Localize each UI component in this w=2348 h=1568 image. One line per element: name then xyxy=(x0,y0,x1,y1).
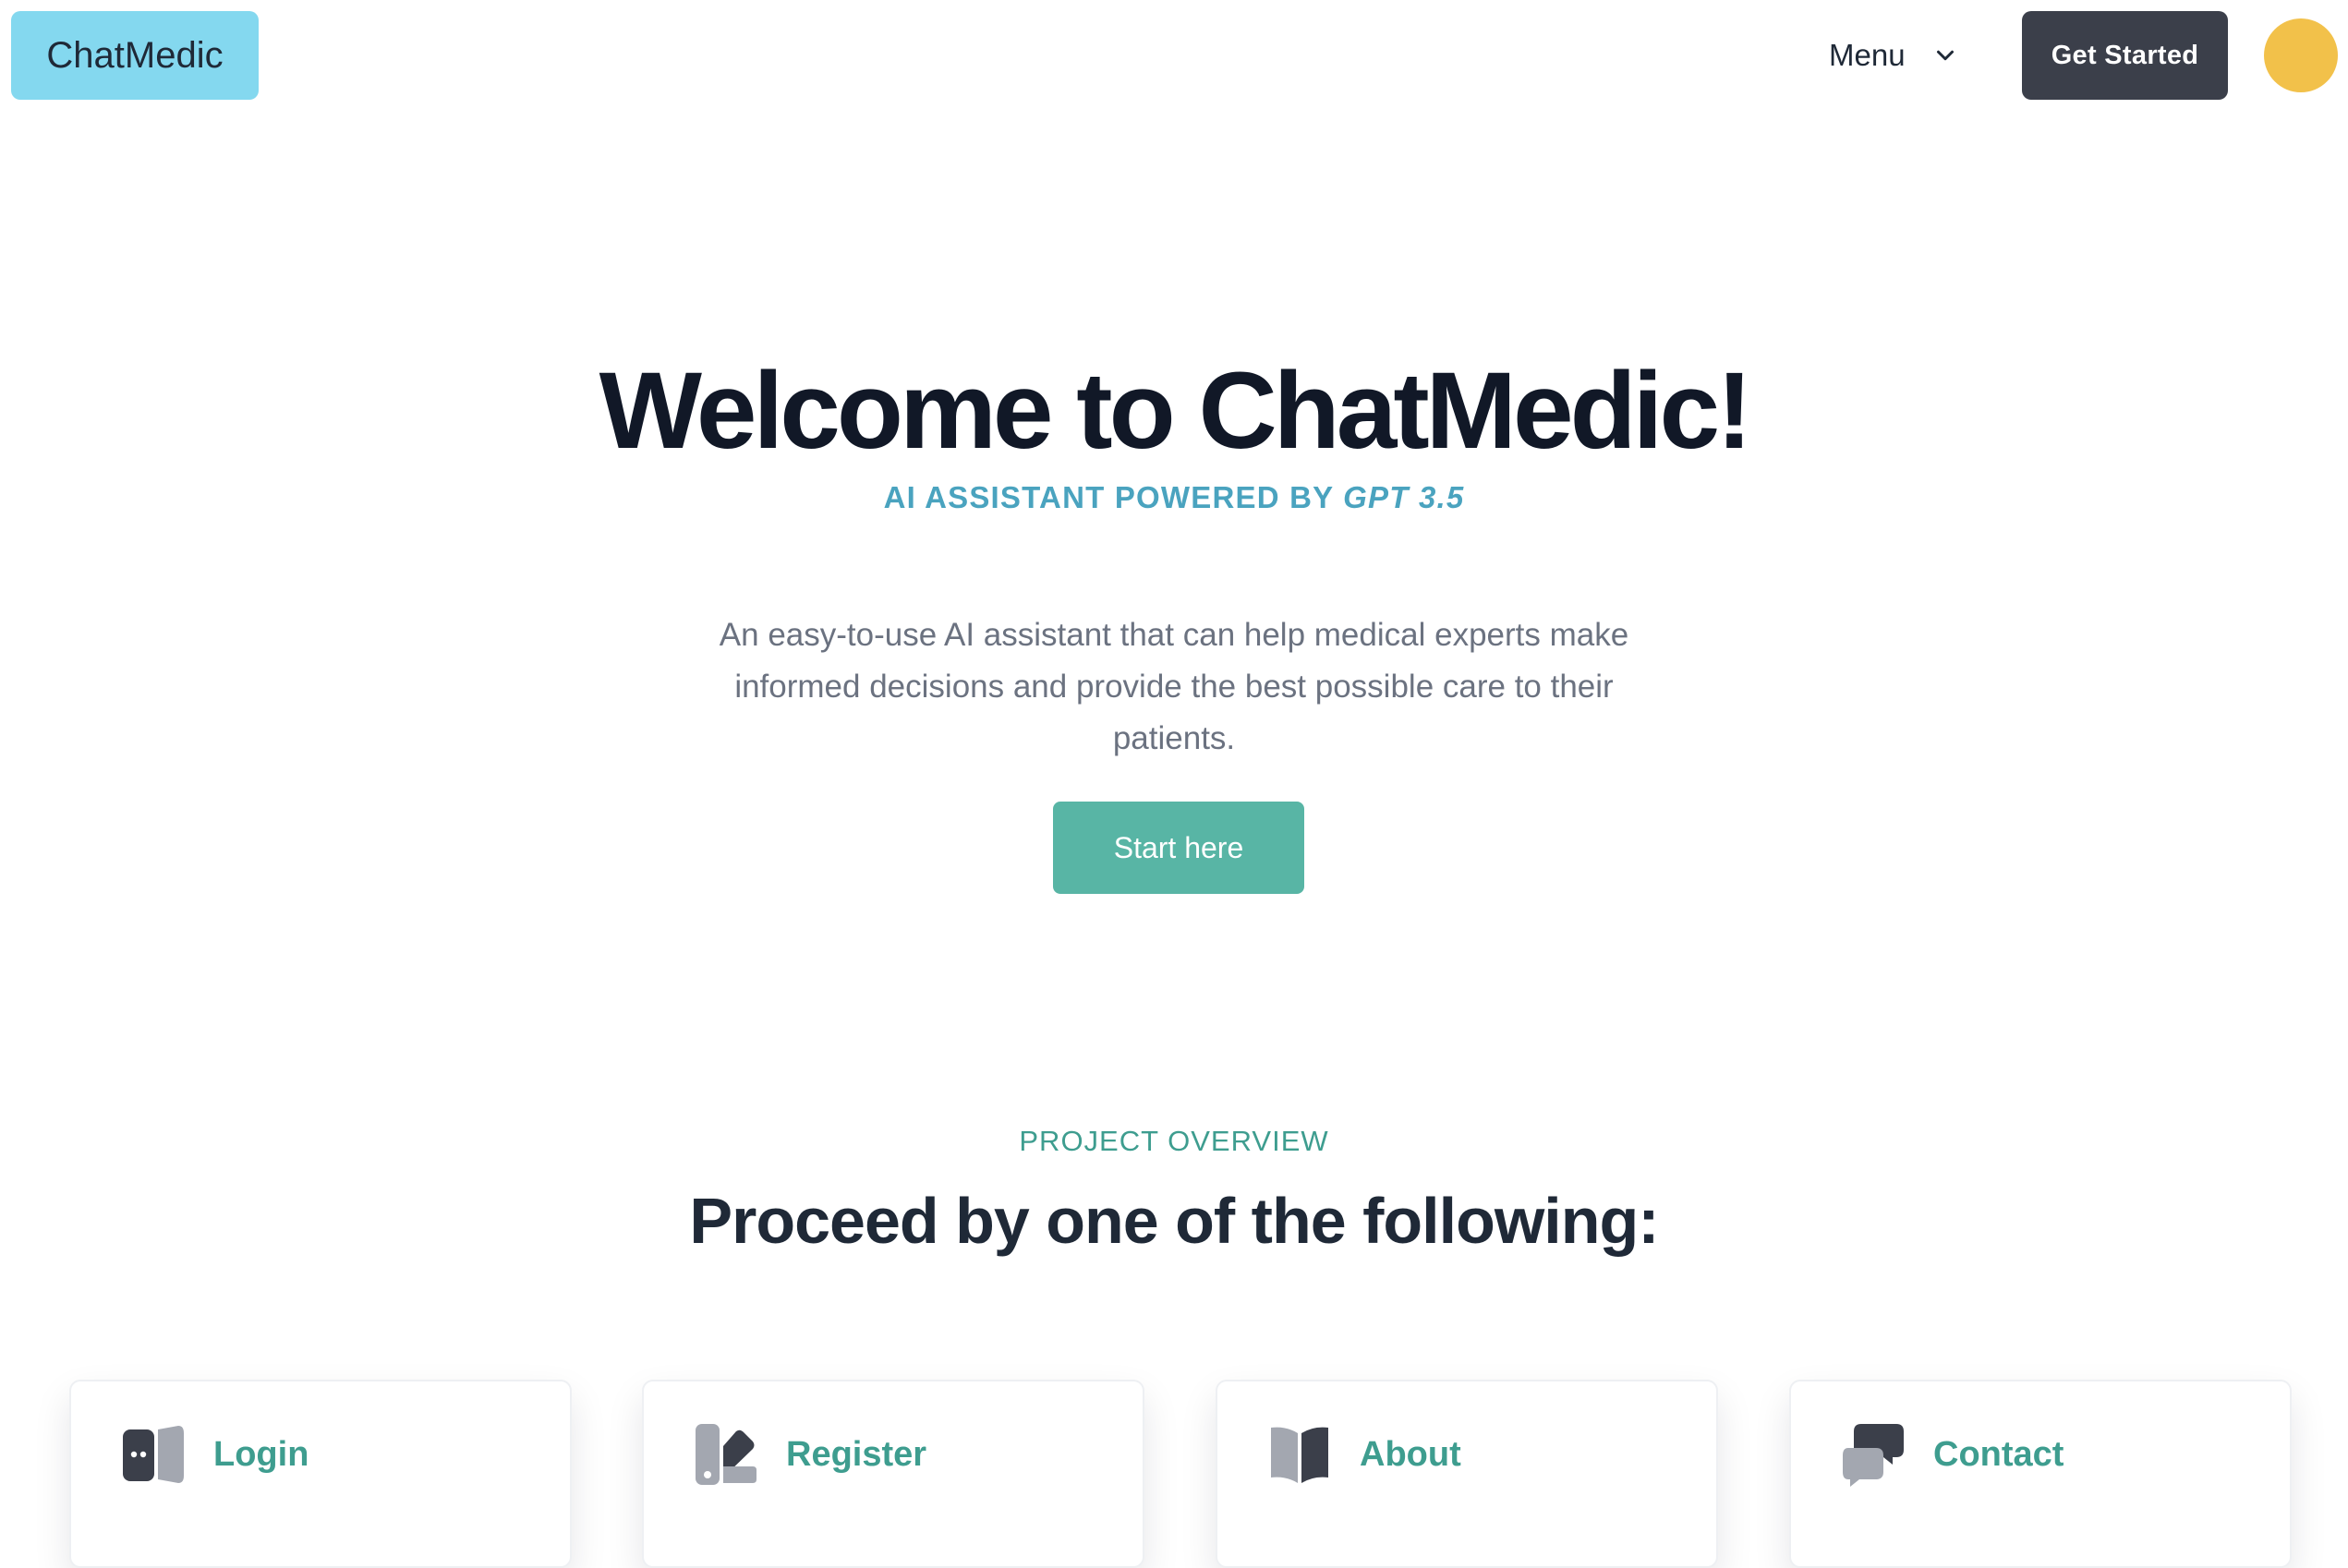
door-icon xyxy=(123,1426,184,1483)
menu-dropdown[interactable]: Menu xyxy=(1829,20,1959,90)
swatch-icon xyxy=(696,1424,756,1485)
get-started-button[interactable]: Get Started xyxy=(2022,11,2228,100)
chat-bubbles-icon xyxy=(1843,1424,1904,1487)
hero-subtitle: AI ASSISTANT POWERED BY GPT 3.5 xyxy=(0,480,2348,515)
card-contact[interactable]: Contact xyxy=(1789,1380,2292,1568)
hero-title: Welcome to ChatMedic! xyxy=(599,350,1753,472)
hero-subtitle-model: GPT 3.5 xyxy=(1343,480,1465,514)
top-navbar: ChatMedic Menu Get Started xyxy=(0,0,2348,111)
hero-subtitle-prefix: AI ASSISTANT POWERED BY xyxy=(883,480,1344,514)
start-here-button[interactable]: Start here xyxy=(1053,802,1304,894)
card-register[interactable]: Register xyxy=(642,1380,1144,1568)
card-about-label: About xyxy=(1360,1434,1461,1474)
card-login-label: Login xyxy=(213,1434,309,1474)
card-contact-label: Contact xyxy=(1933,1434,2064,1474)
section-title: Proceed by one of the following: xyxy=(689,1185,1659,1257)
section-eyebrow: PROJECT OVERVIEW xyxy=(1019,1125,1329,1157)
card-login[interactable]: Login xyxy=(69,1380,572,1568)
hero-description: An easy-to-use AI assistant that can hel… xyxy=(719,617,1629,756)
logo[interactable]: ChatMedic xyxy=(11,11,259,100)
card-register-label: Register xyxy=(786,1434,927,1474)
card-about[interactable]: About xyxy=(1216,1380,1718,1568)
menu-label: Menu xyxy=(1829,38,1906,72)
book-icon xyxy=(1271,1427,1328,1483)
avatar[interactable] xyxy=(2264,18,2338,92)
chevron-down-icon xyxy=(1936,50,1954,61)
